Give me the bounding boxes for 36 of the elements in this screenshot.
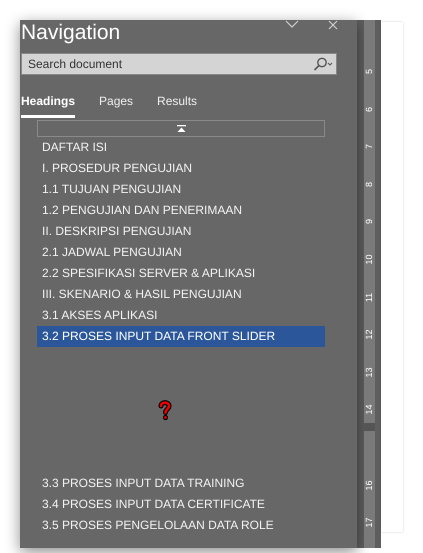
- ruler-number: 10: [364, 254, 374, 265]
- heading-item[interactable]: 1.2 PENGUJIAN DAN PENERIMAAN: [37, 200, 325, 221]
- tab[interactable]: Results: [157, 90, 198, 118]
- tab[interactable]: Headings: [21, 90, 76, 118]
- ruler-number: 16: [364, 480, 374, 491]
- ruler-marker[interactable]: [364, 423, 374, 431]
- ruler-number: 5: [364, 68, 374, 76]
- pane-title: Navigation: [21, 20, 120, 45]
- heading-item[interactable]: III. SKENARIO & HASIL PENGUJIAN: [37, 284, 325, 305]
- scroll-to-top-icon: [176, 125, 186, 132]
- heading-item[interactable]: 3.2 PROSES INPUT DATA FRONT SLIDER: [37, 326, 325, 347]
- ruler-number: 13: [364, 366, 374, 378]
- search-icon[interactable]: [312, 57, 334, 71]
- ruler-number: 9: [364, 218, 374, 226]
- heading-item[interactable]: 3.5 PROSES PENGELOLAAN DATA ROLE: [37, 515, 325, 536]
- heading-item[interactable]: 3.4 PROSES INPUT DATA CERTIFICATE: [37, 494, 325, 515]
- heading-item[interactable]: 2.2 SPESIFIKASI SERVER & APLIKASI: [37, 263, 325, 284]
- heading-item[interactable]: 1.1 TUJUAN PENGUJIAN: [37, 179, 325, 200]
- heading-item[interactable]: 2.1 JADWAL PENGUJIAN: [37, 242, 325, 263]
- search-field[interactable]: Search document: [21, 53, 337, 75]
- tab[interactable]: Pages: [99, 90, 134, 118]
- heading-item[interactable]: II. DESKRIPSI PENGUJIAN: [37, 221, 325, 242]
- ruler-number: 14: [364, 404, 374, 416]
- ruler-number: 6: [364, 106, 374, 114]
- heading-item[interactable]: 3.3 PROSES INPUT DATA TRAINING: [37, 473, 325, 494]
- close-icon[interactable]: [328, 20, 338, 30]
- heading-item[interactable]: I. PROSEDUR PENGUJIAN: [37, 158, 325, 179]
- ruler-number: 17: [364, 517, 374, 528]
- ruler-number: 8: [364, 180, 374, 189]
- chevron-down-icon[interactable]: [285, 20, 299, 28]
- heading-item[interactable]: DAFTAR ISI: [37, 137, 325, 158]
- question-icon: [158, 400, 172, 420]
- ruler-number: 11: [364, 292, 374, 303]
- ruler-number: 7: [364, 143, 374, 152]
- ruler-number: 12: [364, 329, 374, 340]
- heading-item[interactable]: 3.1 AKSES APLIKASI: [37, 305, 325, 326]
